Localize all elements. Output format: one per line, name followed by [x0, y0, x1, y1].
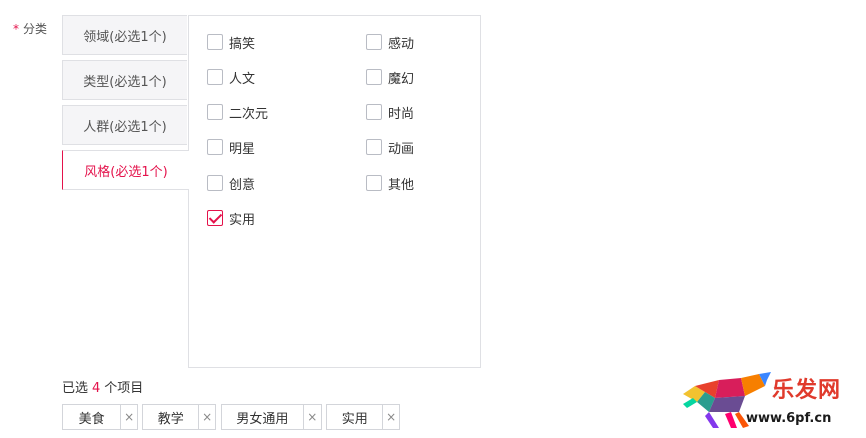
- option-fashion[interactable]: 时尚: [366, 103, 415, 122]
- option-label: 魔幻: [388, 71, 415, 87]
- option-creative[interactable]: 创意: [207, 174, 256, 193]
- selected-suffix: 个项目: [104, 381, 144, 396]
- option-funny[interactable]: 搞笑: [207, 33, 256, 52]
- checkbox[interactable]: [366, 104, 382, 120]
- selected-prefix: 已选: [62, 381, 89, 396]
- chip-teaching: 教学 ×: [142, 404, 216, 430]
- checkbox[interactable]: [366, 175, 382, 191]
- category-label-text: 分类: [23, 22, 48, 36]
- checkbox[interactable]: [207, 139, 223, 155]
- chip-label: 教学: [143, 405, 200, 429]
- option-anime[interactable]: 二次元: [207, 103, 269, 122]
- option-label: 创意: [229, 177, 256, 193]
- option-label: 搞笑: [229, 36, 256, 52]
- checkbox[interactable]: [366, 34, 382, 50]
- style-options-panel: 搞笑 感动 人文 魔幻 二次元 时尚 明星 动画 创意 其他 实用: [188, 15, 481, 368]
- watermark-title: 乐发网: [772, 377, 842, 403]
- watermark-url: www.6pf.cn: [746, 411, 832, 426]
- chip-unisex: 男女通用 ×: [221, 404, 322, 430]
- option-celebrity[interactable]: 明星: [207, 138, 256, 157]
- option-other[interactable]: 其他: [366, 174, 415, 193]
- chip-label: 男女通用: [222, 405, 304, 429]
- option-practical[interactable]: 实用: [207, 209, 256, 228]
- chip-label: 美食: [63, 405, 122, 429]
- option-label: 感动: [388, 36, 415, 52]
- option-animation[interactable]: 动画: [366, 138, 415, 157]
- tab-style-label: 风格(必选1个): [84, 164, 168, 180]
- option-label: 其他: [388, 177, 415, 193]
- tab-domain-label: 领域(必选1个): [83, 29, 167, 45]
- remove-chip-icon[interactable]: ×: [383, 405, 399, 429]
- category-field-label: * 分类: [13, 20, 47, 37]
- checkbox[interactable]: [207, 104, 223, 120]
- remove-chip-icon[interactable]: ×: [199, 405, 215, 429]
- option-label: 二次元: [229, 106, 269, 122]
- selected-summary: 已选 4 个项目: [62, 377, 143, 396]
- option-label: 时尚: [388, 106, 415, 122]
- checkbox[interactable]: [207, 175, 223, 191]
- option-label: 实用: [229, 212, 256, 228]
- selected-count: 4: [92, 381, 101, 396]
- chip-practical: 实用 ×: [326, 404, 400, 430]
- option-label: 动画: [388, 141, 415, 157]
- checkbox-checked[interactable]: [207, 210, 223, 226]
- remove-chip-icon[interactable]: ×: [121, 405, 137, 429]
- option-touching[interactable]: 感动: [366, 33, 415, 52]
- tab-style[interactable]: 风格(必选1个): [62, 150, 189, 190]
- option-humanities[interactable]: 人文: [207, 68, 256, 87]
- tab-audience-label: 人群(必选1个): [83, 119, 167, 135]
- checkbox[interactable]: [207, 69, 223, 85]
- tab-domain[interactable]: 领域(必选1个): [62, 15, 187, 55]
- remove-chip-icon[interactable]: ×: [304, 405, 321, 429]
- chip-label: 实用: [327, 405, 384, 429]
- option-label: 明星: [229, 141, 256, 157]
- required-mark: *: [13, 22, 19, 36]
- option-label: 人文: [229, 71, 256, 87]
- tab-type[interactable]: 类型(必选1个): [62, 60, 187, 100]
- tab-type-label: 类型(必选1个): [83, 74, 167, 90]
- checkbox[interactable]: [366, 69, 382, 85]
- tab-audience[interactable]: 人群(必选1个): [62, 105, 187, 145]
- checkbox[interactable]: [207, 34, 223, 50]
- checkbox[interactable]: [366, 139, 382, 155]
- option-fantasy[interactable]: 魔幻: [366, 68, 415, 87]
- chip-food: 美食 ×: [62, 404, 138, 430]
